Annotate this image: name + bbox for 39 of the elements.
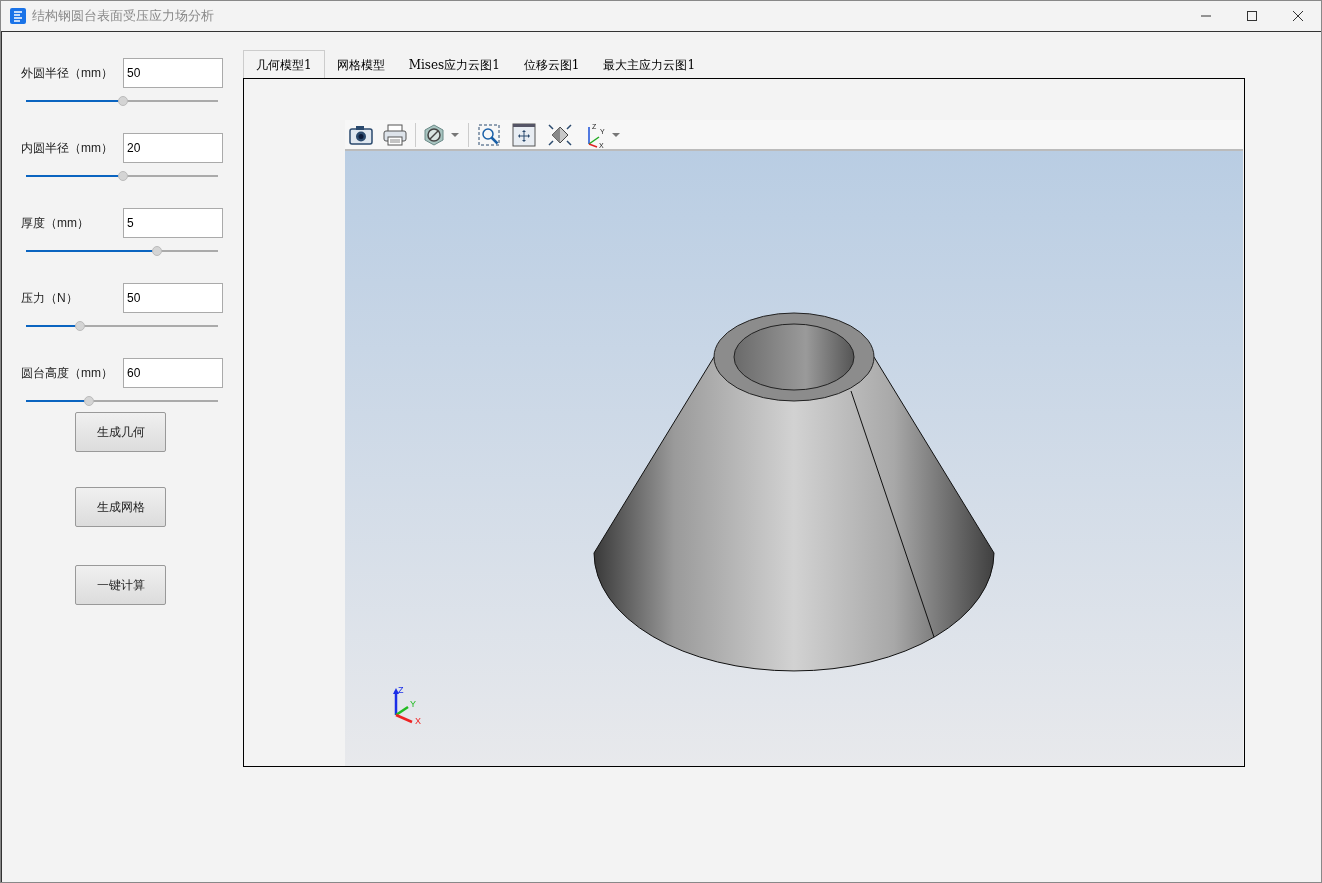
window-title: 结构钢圆台表面受压应力场分析 (32, 7, 214, 26)
pan-icon[interactable] (512, 122, 536, 147)
slider-thumb[interactable] (117, 96, 128, 106)
parameter-label: 圆台高度（mm） (21, 365, 113, 382)
slider-track[interactable] (26, 396, 218, 406)
slider-track[interactable] (26, 96, 218, 106)
zoom-box-icon[interactable] (477, 122, 501, 147)
parameter-label: 压力（N） (21, 290, 78, 307)
slider-thumb[interactable] (117, 171, 128, 181)
parameter-label: 内圆半径（mm） (21, 140, 113, 157)
slider-thumb[interactable] (74, 321, 85, 331)
3d-viewport[interactable]: Z Y X (345, 151, 1243, 766)
input-field[interactable]: 20 (123, 133, 223, 163)
input-field[interactable]: 60 (123, 358, 223, 388)
fit-view-icon[interactable] (547, 122, 573, 147)
caret-icon[interactable] (450, 131, 460, 138)
slider-thumb[interactable] (84, 396, 95, 406)
input-field[interactable]: 50 (123, 58, 223, 88)
action-button[interactable]: 生成网格 (75, 487, 166, 527)
tab[interactable]: 网格模型 (324, 52, 397, 78)
app-icon (10, 8, 26, 24)
action-button[interactable]: 一键计算 (75, 565, 166, 605)
slider-track[interactable] (26, 321, 218, 331)
camera-icon[interactable] (348, 123, 374, 146)
slider-track[interactable] (26, 246, 218, 256)
tab[interactable]: 位移云图1 (511, 52, 592, 78)
printer-icon[interactable] (382, 122, 408, 147)
slider-thumb[interactable] (151, 246, 162, 256)
action-button[interactable]: 生成几何 (75, 412, 166, 452)
tab[interactable]: Mises应力云图1 (396, 52, 512, 78)
tab[interactable]: 最大主应力云图1 (591, 52, 708, 78)
parameter-label: 外圆半径（mm） (21, 65, 113, 82)
parameter-label: 厚度（mm） (21, 215, 89, 232)
tab[interactable]: 几何模型1 (243, 50, 325, 78)
clip-plane-icon[interactable] (423, 123, 445, 146)
slider-track[interactable] (26, 171, 218, 181)
input-field[interactable]: 50 (123, 283, 223, 313)
input-field[interactable]: 5 (123, 208, 223, 238)
caret-icon[interactable] (611, 131, 621, 138)
